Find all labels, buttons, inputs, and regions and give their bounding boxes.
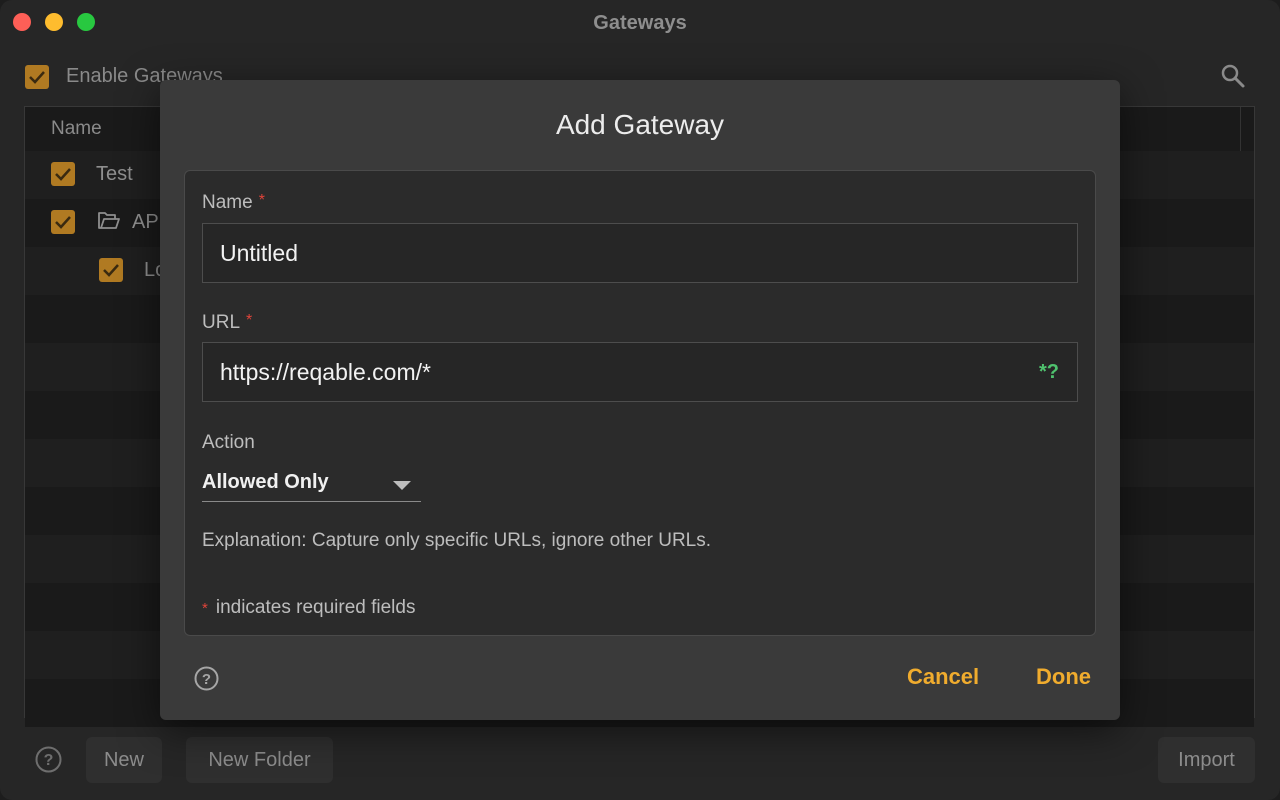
required-marker: * — [246, 312, 253, 329]
required-marker: * — [258, 192, 265, 209]
required-fields-note: * indicates required fields — [202, 597, 415, 619]
gateways-window: Gateways Enable Gateways Name Test AP Lo… — [0, 0, 1280, 800]
cancel-button[interactable]: Cancel — [907, 664, 979, 690]
add-gateway-dialog: Add Gateway Name * Untitled URL * https://… — [160, 80, 1120, 720]
action-field-label: Action — [202, 432, 255, 453]
name-input[interactable]: Untitled — [202, 223, 1078, 283]
gateway-form: Name * Untitled URL * https://reqable.com/… — [184, 170, 1096, 636]
url-input-value: https://reqable.com/* — [220, 359, 431, 385]
dropdown-caret-icon — [393, 478, 411, 496]
required-marker: * — [202, 600, 208, 617]
dialog-title: Add Gateway — [555, 109, 725, 140]
help-icon[interactable]: ? — [193, 665, 220, 697]
done-button[interactable]: Done — [1036, 664, 1091, 690]
url-field-label: URL * — [202, 312, 252, 334]
url-label-text: URL — [202, 312, 241, 333]
action-explanation: Explanation: Capture only specific URLs,… — [202, 530, 712, 551]
url-input[interactable]: https://reqable.com/* *? — [202, 342, 1078, 402]
action-select-value: Allowed Only — [202, 471, 329, 493]
action-select[interactable]: Allowed Only — [202, 461, 421, 502]
wildcard-regex-toggle[interactable]: *? — [1039, 343, 1059, 401]
svg-text:?: ? — [202, 671, 211, 688]
name-field-label: Name * — [202, 192, 265, 214]
required-note-text: indicates required fields — [215, 597, 416, 618]
name-label-text: Name — [202, 192, 253, 213]
